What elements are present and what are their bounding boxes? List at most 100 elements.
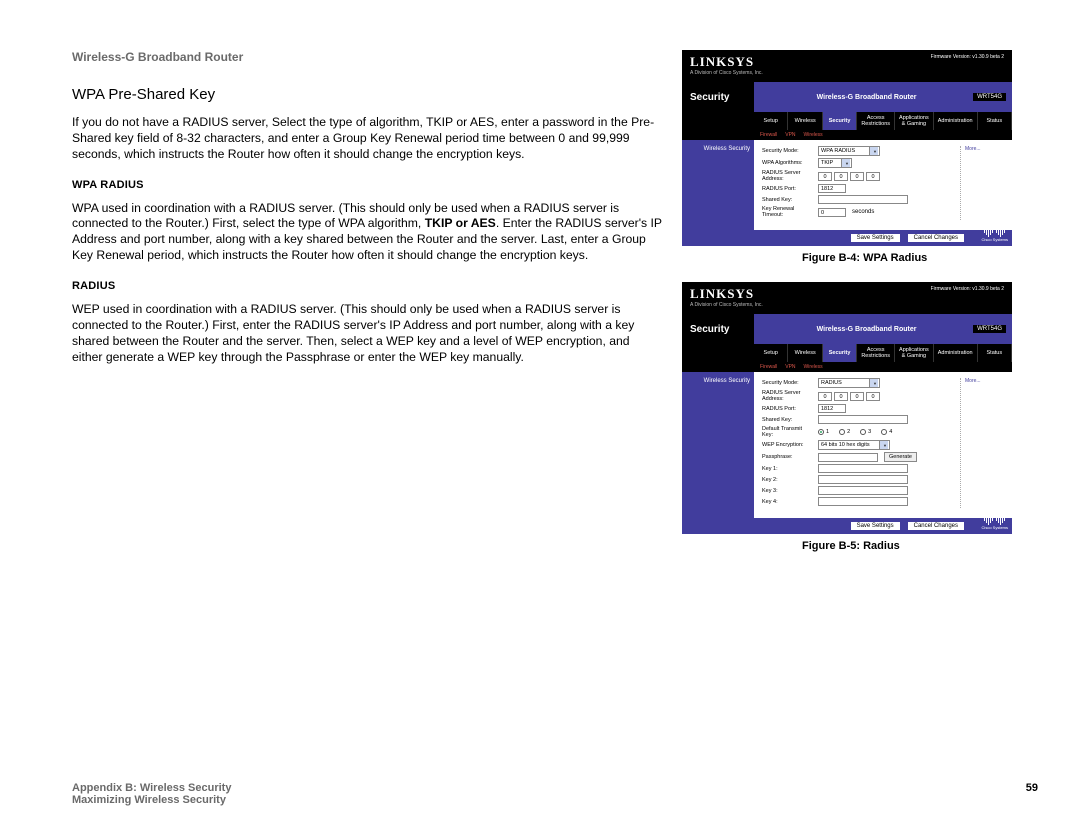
label-security-mode: Security Mode: [762, 380, 812, 386]
brand-logo: LINKSYS [690, 286, 763, 302]
tab-status[interactable]: Status [978, 344, 1012, 362]
label-key-renewal: Key Renewal Timeout: [762, 206, 812, 218]
select-security-mode[interactable]: WPA RADIUS [818, 146, 880, 156]
figure-b5: LINKSYS A Division of Cisco Systems, Inc… [682, 282, 1012, 534]
input-shared-key[interactable] [818, 195, 908, 204]
section-psk-heading: WPA Pre-Shared Key [72, 86, 662, 103]
select-security-mode[interactable]: RADIUS [818, 378, 880, 388]
subtab-wireless[interactable]: Wireless [804, 364, 823, 370]
section-psk-body: If you do not have a RADIUS server, Sele… [72, 115, 662, 163]
input-key3[interactable] [818, 486, 908, 495]
tab-section-title: Security [682, 82, 754, 112]
select-wep-encryption[interactable]: 64 bits 10 hex digits [818, 440, 890, 450]
figure-b4-caption: Figure B-4: WPA Radius [802, 252, 1012, 264]
cisco-logo: Cisco Systems [982, 230, 1008, 242]
input-ip-octet-4[interactable]: 0 [866, 172, 880, 181]
label-security-mode: Security Mode: [762, 148, 812, 154]
cancel-changes-button[interactable]: Cancel Changes [908, 234, 964, 242]
tab-access[interactable]: Access Restrictions [857, 344, 895, 362]
input-shared-key[interactable] [818, 415, 908, 424]
label-key2: Key 2: [762, 477, 812, 483]
model-number: WRT54G [973, 93, 1006, 101]
model-number: WRT54G [973, 325, 1006, 333]
section-radius-heading: RADIUS [72, 280, 662, 292]
figure-b5-caption: Figure B-5: Radius [802, 540, 1012, 552]
input-ip-octet-1[interactable]: 0 [818, 172, 832, 181]
subtab-firewall[interactable]: Firewall [760, 132, 777, 138]
label-shared-key: Shared Key: [762, 197, 812, 203]
tab-admin[interactable]: Administration [934, 112, 978, 130]
radio-key-1[interactable]: 1 [818, 429, 829, 435]
banner-title: Wireless-G Broadband Router [817, 326, 917, 333]
label-radius-address: RADIUS Server Address: [762, 390, 812, 402]
input-key2[interactable] [818, 475, 908, 484]
footer-appendix: Appendix B: Wireless Security [72, 782, 231, 794]
side-label: Wireless Security [682, 140, 754, 230]
label-radius-address: RADIUS Server Address: [762, 170, 812, 182]
section-wparadius-heading: WPA RADIUS [72, 179, 662, 191]
input-ip-octet-1[interactable]: 0 [818, 392, 832, 401]
input-ip-octet-3[interactable]: 0 [850, 392, 864, 401]
input-radius-port[interactable]: 1812 [818, 184, 846, 193]
radio-key-2[interactable]: 2 [839, 429, 850, 435]
label-wpa-algorithms: WPA Algorithms: [762, 160, 812, 166]
doc-title: Wireless-G Broadband Router [72, 50, 662, 64]
tab-setup[interactable]: Setup [754, 344, 788, 362]
cisco-logo: Cisco Systems [982, 518, 1008, 530]
subtab-vpn[interactable]: VPN [785, 132, 795, 138]
input-key-renewal[interactable]: 0 [818, 208, 846, 217]
tab-apps[interactable]: Applications & Gaming [895, 344, 934, 362]
section-radius-body: WEP used in coordination with a RADIUS s… [72, 302, 662, 365]
input-key4[interactable] [818, 497, 908, 506]
section-wparadius-body: WPA used in coordination with a RADIUS s… [72, 201, 662, 264]
label-radius-port: RADIUS Port: [762, 406, 812, 412]
tab-wireless[interactable]: Wireless [788, 344, 822, 362]
input-radius-port[interactable]: 1812 [818, 404, 846, 413]
footer-subtitle: Maximizing Wireless Security [72, 794, 231, 806]
tab-security[interactable]: Security [823, 344, 857, 362]
radio-key-4[interactable]: 4 [881, 429, 892, 435]
label-passphrase: Passphrase: [762, 454, 812, 460]
tab-access[interactable]: Access Restrictions [857, 112, 895, 130]
tab-status[interactable]: Status [978, 112, 1012, 130]
firmware-version: Firmware Version: v1.30.9 beta 2 [931, 54, 1004, 61]
brand-logo: LINKSYS [690, 54, 763, 70]
brand-subtitle: A Division of Cisco Systems, Inc. [690, 302, 763, 308]
banner-title: Wireless-G Broadband Router [817, 94, 917, 101]
firmware-version: Firmware Version: v1.30.9 beta 2 [931, 286, 1004, 293]
generate-button[interactable]: Generate [884, 452, 917, 462]
help-more-link[interactable]: More... [965, 378, 1004, 384]
label-key1: Key 1: [762, 466, 812, 472]
tab-setup[interactable]: Setup [754, 112, 788, 130]
cancel-changes-button[interactable]: Cancel Changes [908, 522, 964, 530]
subtab-vpn[interactable]: VPN [785, 364, 795, 370]
tab-admin[interactable]: Administration [934, 344, 978, 362]
input-ip-octet-2[interactable]: 0 [834, 172, 848, 181]
tab-apps[interactable]: Applications & Gaming [895, 112, 934, 130]
label-shared-key: Shared Key: [762, 417, 812, 423]
label-wep-encryption: WEP Encryption: [762, 442, 812, 448]
input-passphrase[interactable] [818, 453, 878, 462]
input-key1[interactable] [818, 464, 908, 473]
label-key4: Key 4: [762, 499, 812, 505]
label-default-transmit-key: Default Transmit Key: [762, 426, 812, 438]
subtab-firewall[interactable]: Firewall [760, 364, 777, 370]
tab-section-title: Security [682, 314, 754, 344]
save-settings-button[interactable]: Save Settings [851, 234, 900, 242]
help-more-link[interactable]: More... [965, 146, 1004, 152]
tab-wireless[interactable]: Wireless [788, 112, 822, 130]
tab-security[interactable]: Security [823, 112, 857, 130]
label-seconds: seconds [852, 209, 874, 215]
page-number: 59 [1026, 782, 1038, 806]
input-ip-octet-3[interactable]: 0 [850, 172, 864, 181]
subtab-wireless[interactable]: Wireless [804, 132, 823, 138]
input-ip-octet-4[interactable]: 0 [866, 392, 880, 401]
brand-subtitle: A Division of Cisco Systems, Inc. [690, 70, 763, 76]
wparadius-body-bold: TKIP or AES [425, 216, 496, 230]
label-key3: Key 3: [762, 488, 812, 494]
radio-key-3[interactable]: 3 [860, 429, 871, 435]
input-ip-octet-2[interactable]: 0 [834, 392, 848, 401]
save-settings-button[interactable]: Save Settings [851, 522, 900, 530]
select-wpa-algorithms[interactable]: TKIP [818, 158, 852, 168]
figure-b4: LINKSYS A Division of Cisco Systems, Inc… [682, 50, 1012, 246]
